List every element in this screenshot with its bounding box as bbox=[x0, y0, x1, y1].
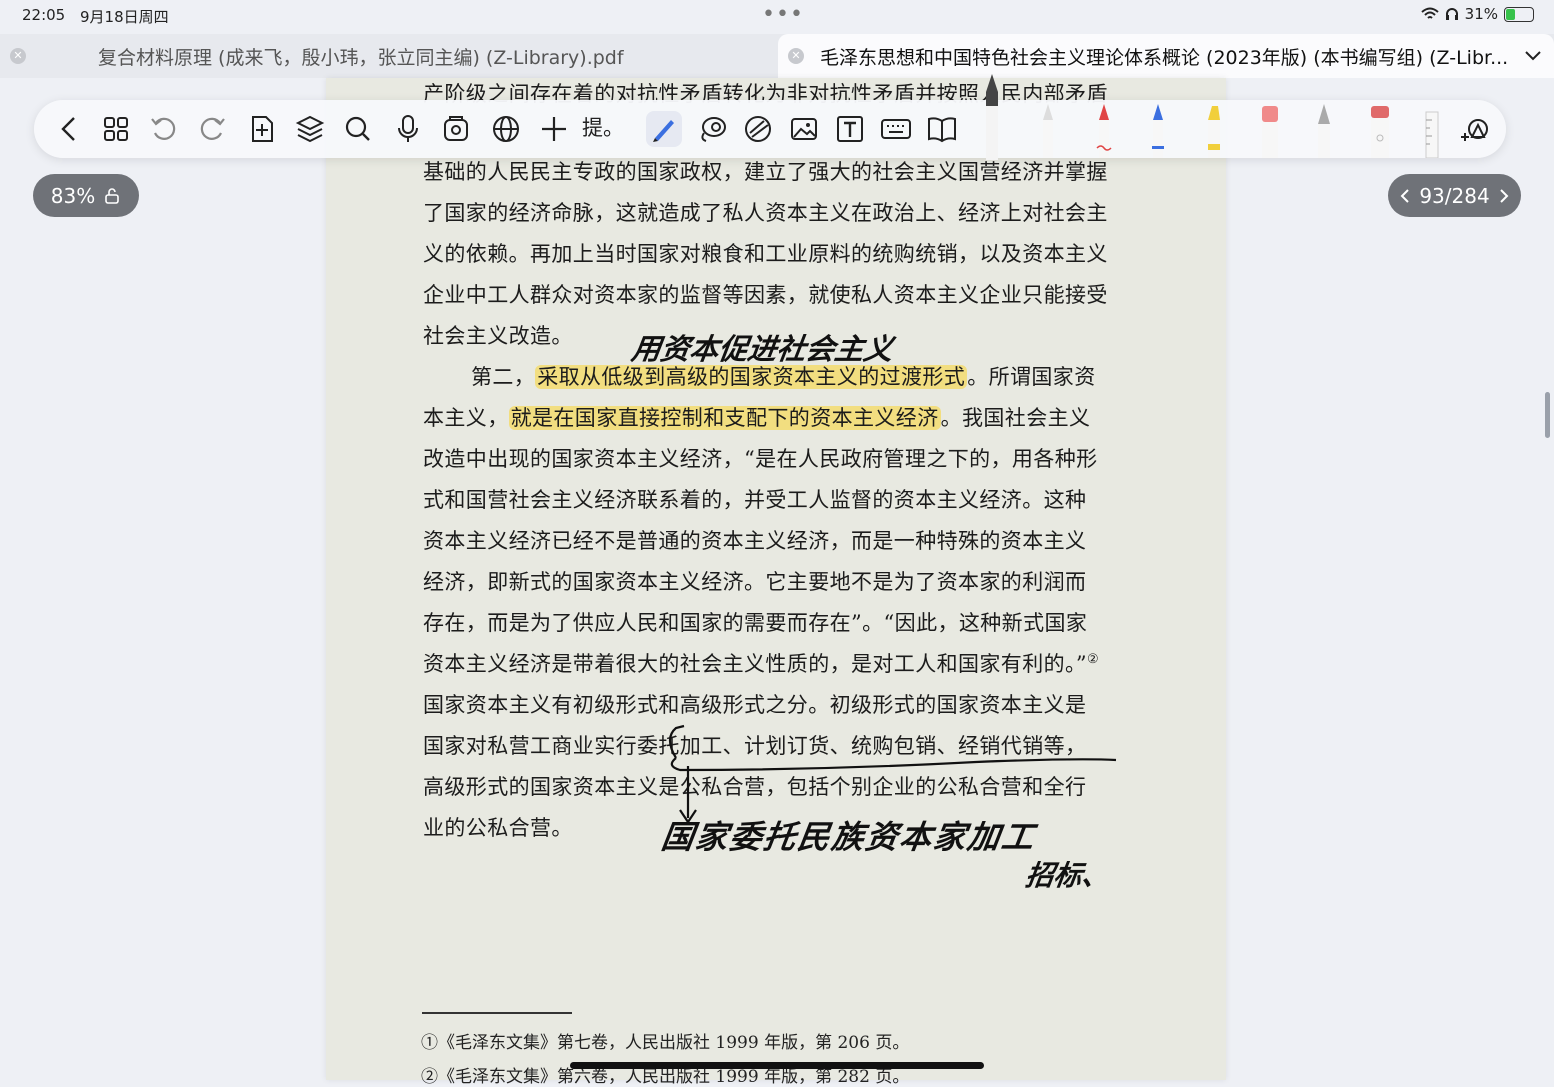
wifi-icon bbox=[1420, 7, 1439, 19]
handwritten-note[interactable]: 用资本促进社会主义 bbox=[629, 326, 896, 368]
chevron-right-icon[interactable] bbox=[1498, 187, 1510, 205]
pencil-gray-icon[interactable] bbox=[1312, 102, 1336, 158]
fountain-pen-icon[interactable] bbox=[980, 72, 1004, 162]
status-right: 31% bbox=[1420, 5, 1534, 23]
magic-shapes-icon[interactable] bbox=[1458, 111, 1494, 147]
book-icon[interactable] bbox=[924, 111, 960, 147]
text-line: 经济，即新式的国家资本主义经济。它主要地不是为了资本家的利润而 bbox=[423, 570, 1087, 594]
handwritten-note[interactable]: 国家委托民族资本家加工 bbox=[659, 812, 1039, 858]
pen-icon[interactable] bbox=[646, 111, 682, 147]
text-line: 资本主义经济已经不是普通的资本主义经济，而是一种特殊的资本主义 bbox=[423, 529, 1087, 553]
plus-icon[interactable] bbox=[536, 111, 572, 147]
eraser-icon[interactable] bbox=[1258, 102, 1282, 158]
annotation-toolbar: 提。 bbox=[34, 74, 1506, 160]
zoom-indicator[interactable]: 83% bbox=[33, 174, 139, 217]
text-icon[interactable] bbox=[832, 111, 868, 147]
redo-icon[interactable] bbox=[194, 111, 230, 147]
text-line: 改造中出现的国家资本主义经济，“是在人民政府管理之下的，用各种形 bbox=[423, 447, 1098, 471]
eraser-red-icon[interactable] bbox=[1368, 102, 1392, 158]
footnote-marker: ② bbox=[1087, 652, 1100, 667]
text-line: 社会主义改造。 bbox=[423, 324, 573, 348]
tab-label: 复合材料原理 (成来飞，殷小玮，张立同主编) (Z-Library).pdf bbox=[98, 46, 624, 69]
layers-icon[interactable] bbox=[292, 111, 328, 147]
text-line: 存在，而是为了供应人民和国家的需要而存在”。“因此，这种新式国家 bbox=[423, 611, 1088, 635]
text-line: 企业中工人群众对资本家的监督等因素，就使私人资本主义企业只能接受 bbox=[423, 283, 1108, 307]
pen-blue-icon[interactable] bbox=[1146, 102, 1170, 158]
shape-icon[interactable] bbox=[740, 111, 776, 147]
text-line: 义的依赖。再加上当时国家对粮食和工业原料的统购统销，以及资本主义 bbox=[423, 242, 1108, 266]
document-page[interactable]: 产阶级之间存在着的对抗性矛盾转化为非对抗性矛盾并按照人民内部矛盾 基础的人民民主… bbox=[326, 78, 1226, 1087]
chevron-left-icon[interactable] bbox=[1399, 187, 1411, 205]
close-tab-icon[interactable]: ✕ bbox=[788, 48, 804, 64]
page-navigator[interactable]: 93/284 bbox=[1388, 174, 1521, 217]
highlighter-yellow-icon[interactable] bbox=[1202, 102, 1226, 158]
unlock-icon[interactable] bbox=[103, 187, 121, 205]
globe-icon[interactable] bbox=[488, 111, 524, 147]
pencil-white-icon[interactable] bbox=[1036, 102, 1060, 158]
scrollbar[interactable] bbox=[1545, 392, 1550, 438]
text-line: 式和国营社会主义经济联系着的，并受工人监督的资本主义经济。这种 bbox=[423, 488, 1087, 512]
text-line: 资本主义经济是带着很大的社会主义性质的，是对工人和国家有利的。”② bbox=[423, 652, 1100, 676]
clip-icon[interactable] bbox=[438, 111, 474, 147]
handwritten-note[interactable]: 招标、 bbox=[1023, 854, 1113, 894]
tab-document-1[interactable]: ✕ 复合材料原理 (成来飞，殷小玮，张立同主编) (Z-Library).pdf bbox=[0, 34, 776, 78]
pen-red-icon[interactable] bbox=[1092, 102, 1116, 158]
mic-icon[interactable] bbox=[390, 111, 426, 147]
image-icon[interactable] bbox=[786, 111, 822, 147]
highlight[interactable]: 采取从低级到高级的国家资本主义的过渡形式 bbox=[535, 365, 968, 389]
text-line: 基础的人民民主专政的国家政权，建立了强大的社会主义国营经济并掌握 bbox=[423, 160, 1108, 184]
search-icon[interactable] bbox=[340, 111, 376, 147]
add-page-icon[interactable] bbox=[244, 111, 280, 147]
footnote-divider bbox=[422, 1012, 572, 1014]
status-bar: 22:05 9月18日周四 ••• 31% bbox=[0, 0, 1554, 32]
battery-icon bbox=[1504, 6, 1534, 22]
tab-document-2[interactable]: ✕ 毛泽东思想和中国特色社会主义理论体系概论 (2023年版) (本书编写组) … bbox=[778, 34, 1554, 78]
tab-bar: ✕ 复合材料原理 (成来飞，殷小玮，张立同主编) (Z-Library).pdf… bbox=[0, 34, 1554, 78]
lasso-icon[interactable] bbox=[694, 111, 730, 147]
status-date: 9月18日周四 bbox=[80, 8, 169, 26]
tab-label: 毛泽东思想和中国特色社会主义理论体系概论 (2023年版) (本书编写组) (Z… bbox=[820, 46, 1509, 69]
headphones-icon bbox=[1445, 8, 1458, 20]
chevron-down-icon[interactable] bbox=[1522, 44, 1544, 66]
status-time: 22:05 bbox=[22, 6, 66, 24]
toolbar-overlap-text: 提。 bbox=[582, 116, 624, 140]
close-tab-icon[interactable]: ✕ bbox=[10, 48, 26, 64]
ruler-icon[interactable] bbox=[1420, 102, 1444, 158]
undo-icon[interactable] bbox=[146, 111, 182, 147]
zoom-label: 83% bbox=[50, 183, 96, 208]
highlight[interactable]: 就是在国家直接控制和支配下的资本主义经济 bbox=[508, 406, 941, 430]
text-line: 业的公私合营。 bbox=[423, 816, 573, 840]
keyboard-icon[interactable] bbox=[878, 111, 914, 147]
home-indicator[interactable] bbox=[570, 1062, 984, 1069]
back-icon[interactable] bbox=[52, 111, 88, 147]
battery-percent: 31% bbox=[1464, 5, 1498, 23]
footnote: ①《毛泽东文集》第七卷，人民出版社 1999 年版，第 206 页。 bbox=[421, 1033, 910, 1053]
grid-icon[interactable] bbox=[98, 111, 134, 147]
text-line: 本主义，就是在国家直接控制和支配下的资本主义经济。我国社会主义 bbox=[423, 406, 1091, 430]
multitask-dots-icon[interactable]: ••• bbox=[762, 2, 804, 27]
text-line: 了国家的经济命脉，这就造成了私人资本主义在政治上、经济上对社会主 bbox=[423, 201, 1108, 225]
page-number: 93/284 bbox=[1419, 183, 1490, 208]
text-line: 国家资本主义有初级形式和高级形式之分。初级形式的国家资本主义是 bbox=[423, 693, 1087, 717]
